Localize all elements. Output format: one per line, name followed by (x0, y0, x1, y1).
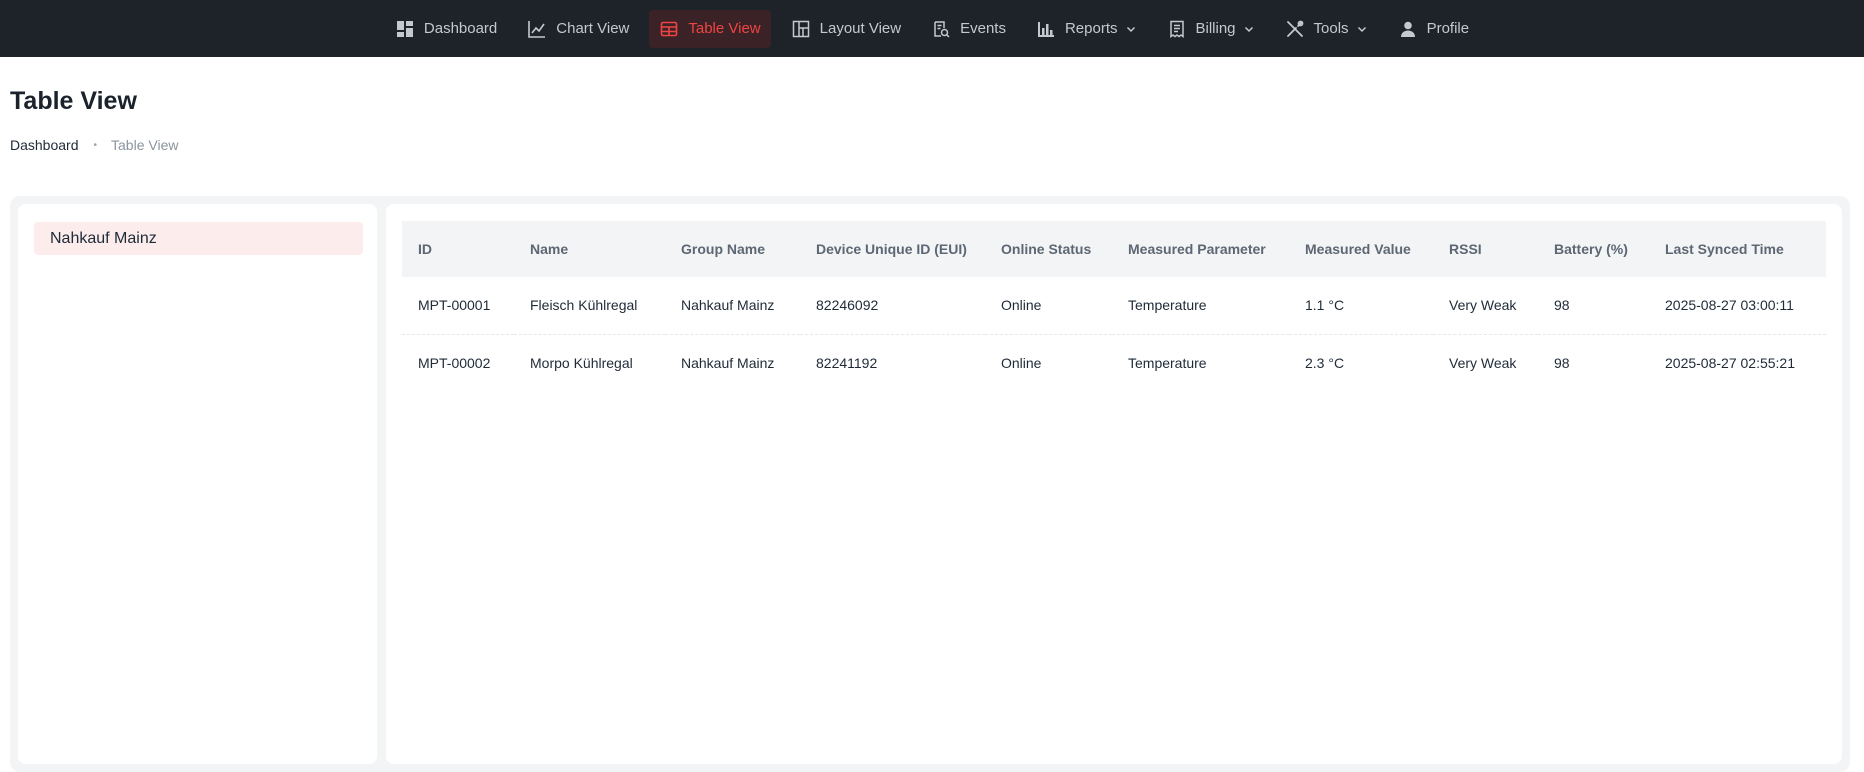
cell-rssi: Very Weak (1433, 277, 1538, 335)
dashboard-icon (395, 19, 415, 39)
chevron-down-icon (1356, 23, 1368, 35)
cell-group-name: Nahkauf Mainz (665, 277, 800, 335)
breadcrumb: Dashboard • Table View (10, 137, 178, 153)
column-header-battery[interactable]: Battery (%) (1538, 221, 1649, 277)
column-header-measured-value[interactable]: Measured Value (1289, 221, 1433, 277)
column-header-rssi[interactable]: RSSI (1433, 221, 1538, 277)
cell-online-status: Online (985, 277, 1112, 335)
nav-item-label: Reports (1064, 20, 1118, 37)
cell-name: Fleisch Kühlregal (514, 277, 665, 335)
column-header-last-synced[interactable]: Last Synced Time (1649, 221, 1826, 277)
column-header-name[interactable]: Name (514, 221, 665, 277)
bar-chart-icon (1036, 19, 1056, 39)
nav-item-label: Billing (1195, 20, 1236, 37)
layout-icon (791, 19, 811, 39)
cell-measured-parameter: Temperature (1112, 277, 1289, 335)
cell-last-synced: 2025-08-27 02:55:21 (1665, 354, 1795, 371)
table-header-row: ID Name Group Name Device Unique ID (EUI… (402, 221, 1826, 277)
nav-item-dashboard[interactable]: Dashboard (385, 10, 507, 48)
breadcrumb-current: Table View (111, 137, 179, 153)
cell-measured-parameter: Temperature (1128, 354, 1207, 371)
cell-online-status: Online (1001, 354, 1042, 371)
cell-eui: 82241192 (816, 354, 878, 371)
cell-measured-value: 1.1 °C (1289, 277, 1433, 335)
nav-item-events[interactable]: Events (921, 10, 1016, 48)
nav-item-label: Chart View (556, 20, 630, 37)
chevron-down-icon (1125, 23, 1137, 35)
nav-item-layout-view[interactable]: Layout View (781, 10, 911, 48)
nav-item-label: Tools (1313, 20, 1349, 37)
cell-name: Morpo Kühlregal (530, 354, 633, 371)
table-card: ID Name Group Name Device Unique ID (EUI… (386, 204, 1842, 764)
cell-battery: 98 (1538, 277, 1649, 335)
devices-table: ID Name Group Name Device Unique ID (EUI… (402, 221, 1826, 391)
nav-item-profile[interactable]: Profile (1388, 10, 1480, 48)
cell-group-name: Nahkauf Mainz (681, 354, 775, 371)
top-navbar: Dashboard Chart View Table View Layout V… (0, 0, 1864, 57)
events-icon (931, 19, 951, 39)
group-item-nahkauf-mainz[interactable]: Nahkauf Mainz (34, 222, 363, 255)
column-header-online-status[interactable]: Online Status (985, 221, 1112, 277)
nav-item-label: Profile (1426, 20, 1470, 37)
nav-list: Dashboard Chart View Table View Layout V… (380, 0, 1484, 57)
column-header-id[interactable]: ID (402, 221, 514, 277)
nav-item-label: Dashboard (423, 20, 498, 37)
table-row[interactable]: MPT-00001 Fleisch Kühlregal Nahkauf Main… (402, 277, 1826, 335)
table-icon (659, 19, 679, 39)
nav-item-label: Layout View (819, 20, 902, 37)
tools-icon (1285, 19, 1305, 39)
chevron-down-icon (1243, 23, 1255, 35)
nav-item-table-view[interactable]: Table View (649, 9, 771, 48)
cell-id: MPT-00001 (402, 277, 514, 335)
cell-eui: 82246092 (800, 277, 985, 335)
cell-last-synced: 2025-08-27 03:00:11 (1649, 277, 1826, 335)
column-header-group-name[interactable]: Group Name (665, 221, 800, 277)
line-chart-icon (527, 19, 547, 39)
cell-measured-value: 2.3 °C (1305, 354, 1345, 371)
nav-item-label: Table View (688, 20, 761, 37)
nav-item-tools[interactable]: Tools (1275, 10, 1378, 48)
user-icon (1398, 19, 1418, 39)
column-header-measured-parameter[interactable]: Measured Parameter (1112, 221, 1289, 277)
group-sidebar: Nahkauf Mainz (18, 204, 377, 764)
nav-item-label: Events (960, 20, 1006, 37)
nav-item-billing[interactable]: Billing (1157, 10, 1265, 48)
page-title: Table View (10, 87, 137, 115)
cell-id: MPT-00002 (418, 354, 491, 371)
content-area: Nahkauf Mainz ID Name Group Name Device … (10, 196, 1850, 772)
nav-item-chart-view[interactable]: Chart View (517, 10, 639, 48)
receipt-icon (1167, 19, 1187, 39)
breadcrumb-separator: • (93, 139, 98, 151)
table-row[interactable]: MPT-00002 Morpo Kühlregal Nahkauf Mainz … (402, 334, 1826, 391)
column-header-eui[interactable]: Device Unique ID (EUI) (800, 221, 985, 277)
cell-battery: 98 (1554, 354, 1570, 371)
breadcrumb-home-link[interactable]: Dashboard (10, 137, 79, 153)
nav-item-reports[interactable]: Reports (1026, 10, 1147, 48)
cell-rssi: Very Weak (1449, 354, 1517, 371)
